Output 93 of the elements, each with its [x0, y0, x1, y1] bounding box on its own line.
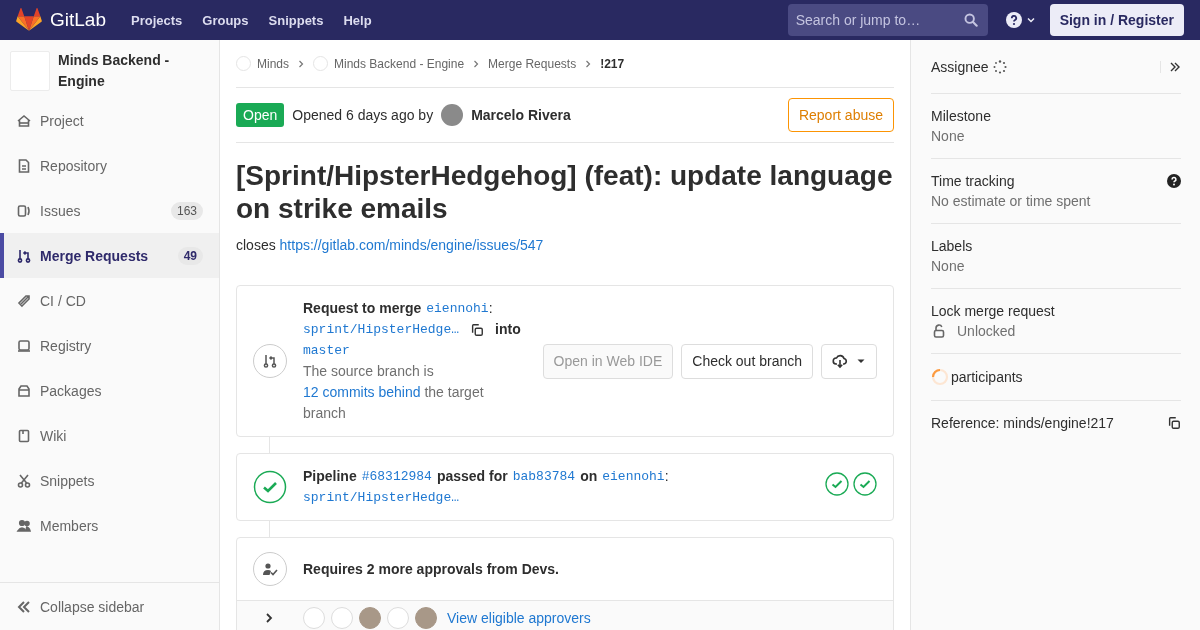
merge-request-title: [Sprint/HipsterHedgehog] (feat): update language on strike emails	[236, 159, 894, 225]
help-dropdown[interactable]	[1005, 12, 1036, 28]
heading-text: into	[495, 320, 521, 339]
merge-icon	[16, 247, 32, 264]
sidebar-item[interactable]: CI / CD	[0, 278, 219, 323]
sidebar-item[interactable]: Repository	[0, 143, 219, 188]
users-icon	[16, 517, 32, 534]
nav-link[interactable]: Help	[343, 12, 372, 28]
success-icon	[253, 470, 287, 504]
action-button[interactable]: Check out branch	[681, 343, 813, 379]
scissors-icon	[16, 472, 32, 489]
breadcrumb-link[interactable]: Minds Backend - Engine	[334, 56, 465, 71]
double-chevron-left-icon	[16, 598, 32, 615]
section-value: None	[931, 128, 965, 144]
branch-link[interactable]: master	[303, 340, 350, 361]
download-dropdown[interactable]	[821, 343, 877, 379]
approver-avatar	[359, 607, 381, 629]
issue-link[interactable]: https://gitlab.com/minds/engine/issues/547	[279, 237, 544, 253]
count-badge: 163	[170, 201, 203, 220]
copy-icon[interactable]	[470, 322, 485, 337]
breadcrumb-link[interactable]: Minds	[257, 56, 289, 71]
heading-text: Request to merge	[303, 299, 422, 318]
help-icon	[1005, 12, 1022, 28]
approvals-text: Requires 2 more approvals from Devs.	[303, 561, 559, 577]
home-icon	[16, 112, 32, 129]
participants-label: participants	[951, 369, 1023, 385]
separator-text: :	[664, 467, 669, 486]
section-value: Unlocked	[957, 323, 1016, 339]
section-label: Time tracking	[931, 173, 1015, 189]
pipeline-text: on	[580, 467, 598, 486]
stage-success-icon[interactable]	[825, 472, 849, 496]
cloud-download-icon	[832, 353, 848, 369]
chevron-down-icon	[1025, 15, 1036, 25]
description-text: closes	[236, 237, 276, 253]
status-badge: Open	[236, 103, 285, 127]
nav-link[interactable]: Groups	[202, 12, 249, 28]
section-value: No estimate or time spent	[931, 193, 1091, 209]
stage-success-icon[interactable]	[853, 472, 877, 496]
sign-in-button[interactable]: Sign in / Register	[1049, 4, 1184, 36]
reference-text: Reference: minds/engine!217	[931, 415, 1114, 431]
pipeline-link[interactable]: sprint/HipsterHedge…	[303, 487, 460, 508]
sidebar-item[interactable]: Registry	[0, 323, 219, 368]
package-icon	[16, 382, 32, 399]
assignee-label: Assignee	[931, 58, 989, 75]
report-abuse-button[interactable]: Report abuse	[787, 98, 894, 132]
sidebar-item[interactable]: Packages	[0, 368, 219, 413]
chevron-right-icon[interactable]	[263, 612, 275, 624]
view-approvers-link[interactable]: View eligible approvers	[447, 610, 591, 626]
author-link[interactable]: Marcelo Rivera	[471, 107, 571, 123]
opened-text: Opened 6 days ago by	[292, 107, 434, 123]
doc-icon	[16, 157, 32, 174]
sidebar-item[interactable]: Issues 163	[0, 188, 219, 233]
sidebar-item[interactable]: Snippets	[0, 458, 219, 503]
unlocked-padlock-icon	[933, 324, 945, 338]
branch-link[interactable]: eiennohi	[426, 298, 489, 319]
nav-link[interactable]: Snippets	[268, 12, 324, 28]
section-label: Lock merge request	[931, 303, 1055, 319]
copy-icon[interactable]	[1167, 416, 1181, 430]
pipeline-link[interactable]: bab83784	[512, 466, 576, 487]
breadcrumb-link[interactable]: !217	[600, 56, 625, 71]
registry-icon	[16, 337, 32, 354]
loading-spinner-icon	[931, 368, 949, 386]
section-label: Milestone	[931, 108, 991, 124]
double-chevron-right-icon[interactable]	[1160, 60, 1181, 73]
pipeline-text: Pipeline	[303, 467, 357, 486]
pipeline-text: passed for	[436, 467, 508, 486]
issues-icon	[16, 202, 32, 219]
author-avatar	[441, 104, 464, 126]
section-label: Labels	[931, 238, 973, 254]
commits-link[interactable]: 12 commits behind	[303, 384, 421, 400]
pipeline-link[interactable]: #68312984	[361, 466, 432, 487]
sidebar-item[interactable]: Merge Requests 49	[0, 233, 219, 278]
search-field[interactable]: Search or jump to…	[787, 4, 988, 36]
branch-status-text: The source branch is 12 commits behind the target branch	[303, 362, 485, 423]
nav-link[interactable]: Projects	[131, 12, 183, 28]
book-icon	[16, 427, 32, 444]
pipeline-link[interactable]: eiennohi	[602, 466, 665, 487]
breadcrumb-link[interactable]: Merge Requests	[488, 56, 577, 71]
count-badge: 49	[177, 246, 203, 265]
project-name[interactable]: Minds Backend - Engine	[58, 50, 209, 92]
search-icon	[963, 13, 978, 27]
approver-avatar	[415, 607, 437, 629]
collapse-sidebar-button[interactable]: Collapse sidebar	[0, 582, 219, 630]
section-value: None	[931, 258, 965, 274]
loading-spinner-icon	[992, 59, 1007, 74]
branch-link[interactable]: sprint/HipsterHedge…	[303, 319, 460, 340]
fox-logo-icon[interactable]	[16, 8, 42, 32]
sidebar-item[interactable]: Members	[0, 503, 219, 548]
brand-name[interactable]: GitLab	[50, 9, 106, 31]
sidebar-item[interactable]: Project	[0, 98, 219, 143]
separator-text: :	[488, 299, 493, 318]
help-icon[interactable]	[1167, 174, 1181, 188]
sidebar-item[interactable]: Wiki	[0, 413, 219, 458]
